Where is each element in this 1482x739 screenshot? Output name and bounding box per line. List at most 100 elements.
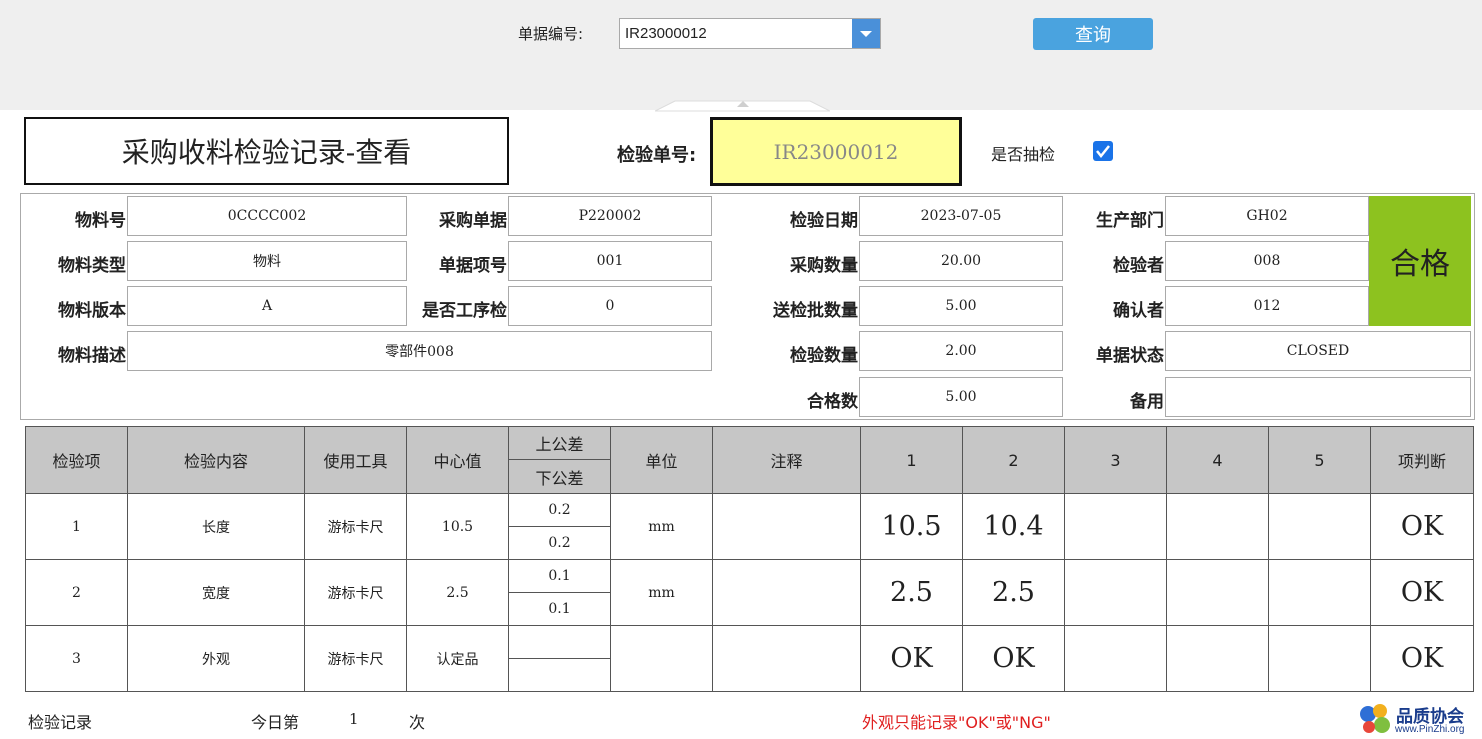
header-note: 注释 [712, 426, 861, 494]
material-version-field: A [127, 286, 407, 326]
material-version-label: 物料版本 [58, 301, 126, 321]
row-measure-2[interactable]: OK [962, 625, 1065, 692]
header-upper-tol: 上公差 [508, 426, 611, 460]
row-item: 1 [25, 493, 128, 560]
row-judge: OK [1370, 493, 1474, 560]
po-item-field: 001 [508, 241, 712, 281]
inspection-no-field: IR23000012 [710, 117, 962, 186]
header-col-3: 3 [1064, 426, 1167, 494]
material-no-label: 物料号 [75, 211, 126, 231]
row-unit [610, 625, 713, 692]
row-measure-5[interactable] [1268, 625, 1371, 692]
po-qty-field: 20.00 [859, 241, 1063, 281]
row-tool: 游标卡尺 [304, 493, 407, 560]
row-center: 2.5 [406, 559, 509, 626]
po-item-label: 单据项号 [439, 256, 507, 276]
row-center: 认定品 [406, 625, 509, 692]
row-lower-tol[interactable]: 0.1 [508, 592, 611, 626]
row-tool: 游标卡尺 [304, 625, 407, 692]
row-measure-1[interactable]: 10.5 [860, 493, 963, 560]
collapse-handle[interactable] [655, 98, 830, 112]
doc-number-label: 单据编号: [518, 25, 584, 43]
row-unit: mm [610, 559, 713, 626]
material-type-label: 物料类型 [58, 256, 126, 276]
row-measure-3[interactable] [1064, 625, 1167, 692]
material-type-field: 物料 [127, 241, 407, 281]
header-item: 检验项 [25, 426, 128, 494]
pass-qty-label: 合格数 [807, 392, 858, 412]
confirmer-label: 确认者 [1113, 301, 1164, 321]
record-label: 检验记录 [28, 713, 93, 732]
header-center: 中心值 [406, 426, 509, 494]
page-title: 采购收料检验记录-查看 [24, 117, 509, 185]
header-content: 检验内容 [127, 426, 305, 494]
doc-number-combobox[interactable]: IR23000012 [619, 18, 881, 49]
row-judge: OK [1370, 559, 1474, 626]
row-item: 3 [25, 625, 128, 692]
material-desc-label: 物料描述 [58, 346, 126, 366]
header-lower-tol: 下公差 [508, 459, 611, 494]
dropdown-button[interactable] [852, 19, 880, 48]
row-measure-4[interactable] [1166, 625, 1269, 692]
row-content: 宽度 [127, 559, 305, 626]
row-measure-3[interactable] [1064, 559, 1167, 626]
logo-icon [1360, 704, 1390, 733]
header-col-5: 5 [1268, 426, 1371, 494]
row-measure-2[interactable]: 10.4 [962, 493, 1065, 560]
process-check-field: 0 [508, 286, 712, 326]
confirmer-field: 012 [1165, 286, 1369, 326]
row-lower-tol[interactable] [508, 658, 611, 692]
dept-field: GH02 [1165, 196, 1369, 236]
inspection-table: 检验项 检验内容 使用工具 中心值 上公差 单位 注释 1 2 3 4 5 项判… [25, 426, 1474, 692]
doc-number-input[interactable]: IR23000012 [625, 25, 707, 42]
row-upper-tol[interactable] [508, 625, 611, 659]
header-judge: 项判断 [1370, 426, 1474, 494]
row-note[interactable] [712, 559, 861, 626]
warning-text: 外观只能记录"OK"或"NG" [862, 713, 1051, 732]
row-measure-4[interactable] [1166, 493, 1269, 560]
material-desc-field: 零部件008 [127, 331, 712, 371]
row-content: 外观 [127, 625, 305, 692]
doc-status-label: 单据状态 [1096, 346, 1164, 366]
insp-date-field: 2023-07-05 [859, 196, 1063, 236]
row-measure-1[interactable]: 2.5 [860, 559, 963, 626]
insp-date-label: 检验日期 [790, 211, 858, 231]
row-item: 2 [25, 559, 128, 626]
row-content: 长度 [127, 493, 305, 560]
row-judge: OK [1370, 625, 1474, 692]
row-measure-1[interactable]: OK [860, 625, 963, 692]
row-measure-2[interactable]: 2.5 [962, 559, 1065, 626]
row-center: 10.5 [406, 493, 509, 560]
row-measure-5[interactable] [1268, 559, 1371, 626]
search-bar [0, 0, 1482, 110]
row-lower-tol[interactable]: 0.2 [508, 526, 611, 560]
header-col-1: 1 [860, 426, 963, 494]
row-note[interactable] [712, 493, 861, 560]
header-tool: 使用工具 [304, 426, 407, 494]
row-measure-4[interactable] [1166, 559, 1269, 626]
material-no-field: 0CCCC002 [127, 196, 407, 236]
row-upper-tol[interactable]: 0.1 [508, 559, 611, 593]
row-upper-tol[interactable]: 0.2 [508, 493, 611, 527]
query-button[interactable]: 查询 [1033, 18, 1153, 50]
result-badge: 合格 [1369, 196, 1471, 326]
inspection-no-label: 检验单号: [617, 145, 697, 166]
row-note[interactable] [712, 625, 861, 692]
lot-qty-label: 送检批数量 [773, 301, 858, 321]
po-no-label: 采购单据 [439, 211, 507, 231]
row-measure-5[interactable] [1268, 493, 1371, 560]
chevron-down-icon [860, 31, 872, 37]
pass-qty-field: 5.00 [859, 377, 1063, 417]
row-tool: 游标卡尺 [304, 559, 407, 626]
spare-field [1165, 377, 1471, 417]
today-count: 1 [349, 710, 359, 728]
row-unit: mm [610, 493, 713, 560]
today-suffix: 次 [409, 713, 426, 732]
logo-url: www.PinZhi.org [1395, 724, 1465, 735]
sampling-checkbox[interactable] [1093, 141, 1113, 161]
header-unit: 单位 [610, 426, 713, 494]
insp-qty-field: 2.00 [859, 331, 1063, 371]
row-measure-3[interactable] [1064, 493, 1167, 560]
po-qty-label: 采购数量 [790, 256, 858, 276]
lot-qty-field: 5.00 [859, 286, 1063, 326]
